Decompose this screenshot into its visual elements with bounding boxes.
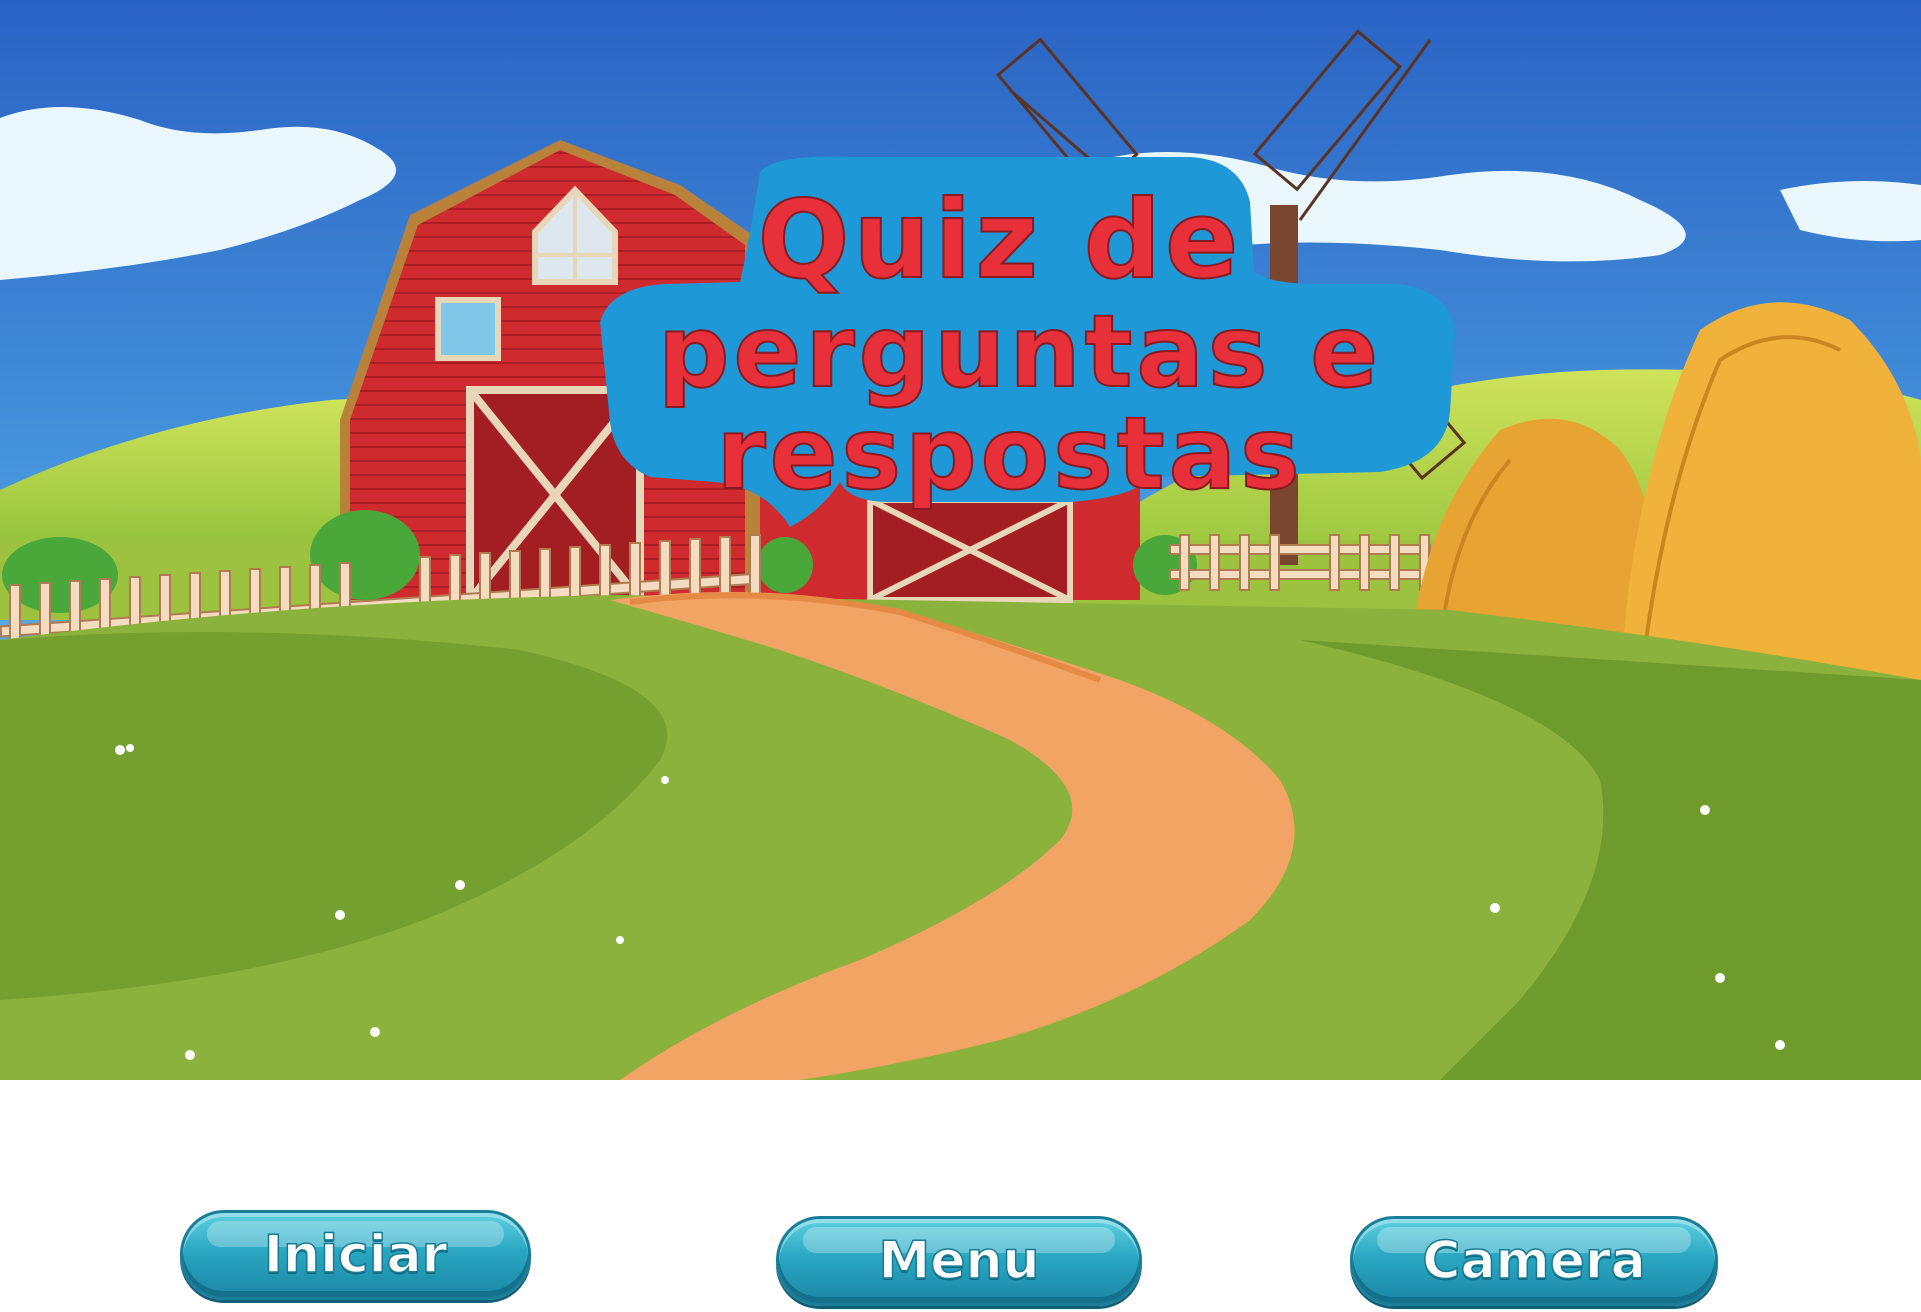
camera-button-label: Camera — [1422, 1230, 1647, 1292]
title-banner: Quiz de perguntas e respostas — [590, 152, 1460, 552]
start-button-label: Iniciar — [263, 1224, 448, 1286]
start-button[interactable]: Iniciar — [180, 1210, 531, 1300]
camera-button[interactable]: Camera — [1350, 1216, 1718, 1306]
title-line-2: perguntas e — [657, 293, 1383, 410]
title-line-1: Quiz de — [757, 178, 1243, 303]
title-line-3: respostas — [715, 395, 1304, 512]
menu-button[interactable]: Menu — [776, 1216, 1142, 1306]
menu-button-label: Menu — [878, 1230, 1041, 1292]
